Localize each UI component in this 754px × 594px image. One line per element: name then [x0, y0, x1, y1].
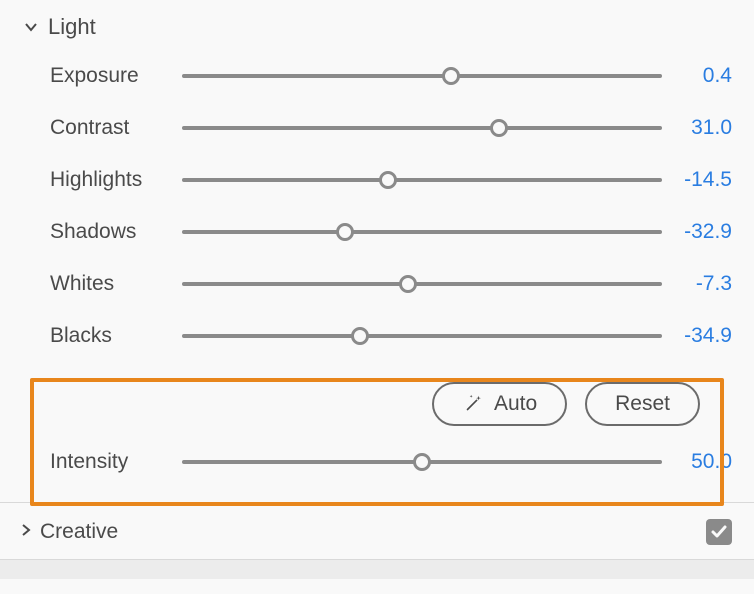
button-row: Auto Reset [0, 362, 754, 436]
slider-row-shadows: Shadows -32.9 [0, 206, 754, 258]
intensity-slider-row: Intensity 50.0 [0, 436, 754, 488]
highlights-slider-thumb[interactable] [379, 171, 397, 189]
contrast-slider-track [182, 126, 662, 130]
whites-label: Whites [50, 272, 182, 296]
blacks-slider[interactable] [182, 324, 662, 348]
light-section-header[interactable]: Light [0, 8, 754, 50]
slider-row-exposure: Exposure 0.4 [0, 50, 754, 102]
highlights-slider-track [182, 178, 662, 182]
shadows-slider-track [182, 230, 662, 234]
whites-slider[interactable] [182, 272, 662, 296]
exposure-slider[interactable] [182, 64, 662, 88]
intensity-slider-thumb[interactable] [413, 453, 431, 471]
shadows-slider-thumb[interactable] [336, 223, 354, 241]
exposure-value[interactable]: 0.4 [674, 64, 754, 88]
exposure-slider-track [182, 74, 662, 78]
creative-toggle[interactable]: Creative [18, 520, 118, 544]
creative-section-title: Creative [40, 520, 118, 544]
lumetri-panel: Light Exposure 0.4 Contrast 31.0 Highlights -… [0, 0, 754, 594]
slider-row-whites: Whites -7.3 [0, 258, 754, 310]
slider-row-blacks: Blacks -34.9 [0, 310, 754, 362]
whites-value[interactable]: -7.3 [674, 272, 754, 296]
shadows-value[interactable]: -32.9 [674, 220, 754, 244]
intensity-label: Intensity [50, 450, 182, 474]
creative-section-header: Creative [0, 503, 754, 559]
panel-bottom-bar [0, 559, 754, 579]
light-section-title: Light [48, 14, 96, 40]
auto-button-label: Auto [494, 392, 537, 416]
contrast-slider-thumb[interactable] [490, 119, 508, 137]
slider-row-highlights: Highlights -14.5 [0, 154, 754, 206]
shadows-slider[interactable] [182, 220, 662, 244]
intensity-value[interactable]: 50.0 [674, 450, 754, 474]
exposure-slider-thumb[interactable] [442, 67, 460, 85]
whites-slider-thumb[interactable] [399, 275, 417, 293]
highlights-slider[interactable] [182, 168, 662, 192]
whites-slider-track [182, 282, 662, 286]
reset-button[interactable]: Reset [585, 382, 700, 426]
auto-button[interactable]: Auto [432, 382, 567, 426]
blacks-label: Blacks [50, 324, 182, 348]
blacks-slider-track [182, 334, 662, 338]
contrast-label: Contrast [50, 116, 182, 140]
creative-enable-checkbox[interactable] [706, 519, 732, 545]
light-section: Light Exposure 0.4 Contrast 31.0 Highlights -… [0, 0, 754, 362]
exposure-label: Exposure [50, 64, 182, 88]
intensity-slider[interactable] [182, 450, 662, 474]
chevron-down-icon [22, 18, 40, 36]
blacks-value[interactable]: -34.9 [674, 324, 754, 348]
chevron-right-icon [18, 520, 34, 544]
highlights-value[interactable]: -14.5 [674, 168, 754, 192]
reset-button-label: Reset [615, 392, 670, 416]
magic-wand-icon [462, 393, 484, 415]
blacks-slider-thumb[interactable] [351, 327, 369, 345]
slider-row-contrast: Contrast 31.0 [0, 102, 754, 154]
highlights-label: Highlights [50, 168, 182, 192]
contrast-value[interactable]: 31.0 [674, 116, 754, 140]
contrast-slider[interactable] [182, 116, 662, 140]
shadows-label: Shadows [50, 220, 182, 244]
